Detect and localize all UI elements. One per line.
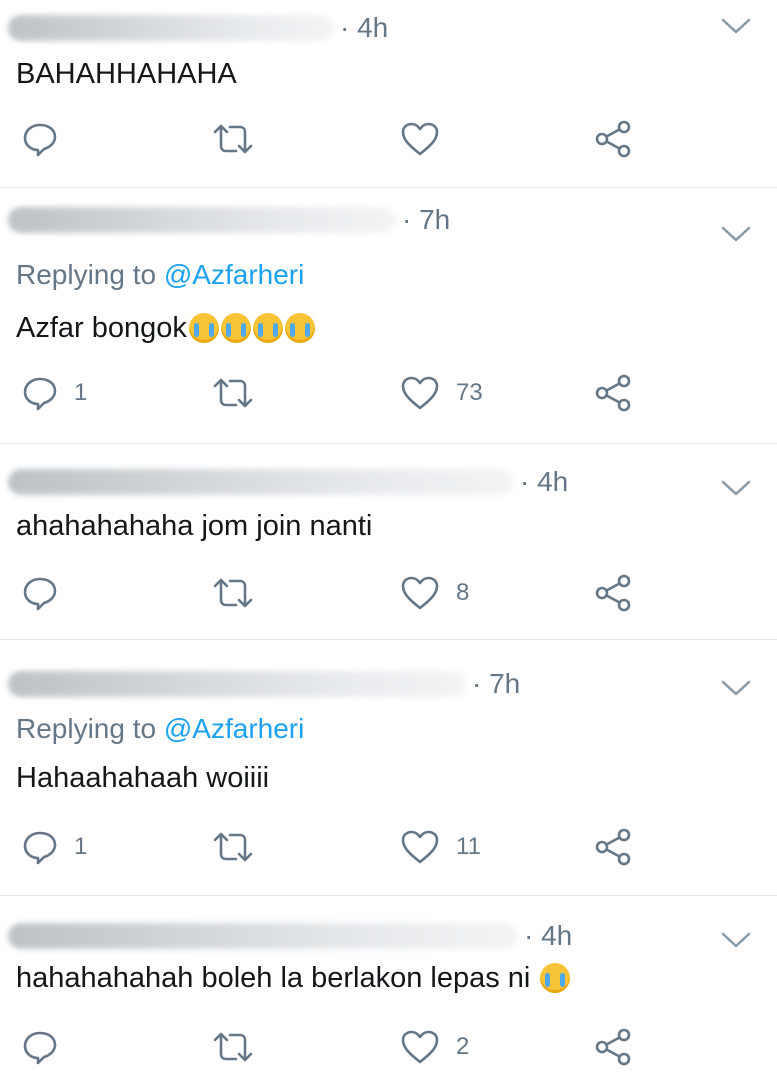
retweet-button[interactable] <box>212 1022 254 1072</box>
heart-icon <box>401 122 439 156</box>
replying-to: Replying to @Azfarheri <box>16 712 304 746</box>
reply-icon <box>23 1031 57 1065</box>
tweet-header: · 4h <box>8 918 572 954</box>
chevron-down-icon[interactable] <box>721 478 751 498</box>
share-icon <box>595 574 631 612</box>
like-button[interactable]: 73 <box>400 368 483 418</box>
author-name-blurred[interactable] <box>8 15 334 41</box>
tweet-2[interactable]: · 7h Replying to @Azfarheri Azfar bongok… <box>0 188 777 444</box>
like-count: 2 <box>456 1033 470 1060</box>
timestamp[interactable]: · 4h <box>524 918 572 954</box>
tweet-header: · 4h <box>8 464 568 500</box>
tweet-4[interactable]: · 7h Replying to @Azfarheri Hahaahahaah … <box>0 640 777 896</box>
reply-icon <box>23 123 57 157</box>
retweet-icon <box>213 578 253 608</box>
chevron-down-icon[interactable] <box>721 16 751 36</box>
author-name-blurred[interactable] <box>8 469 514 495</box>
tweet-1[interactable]: · 4h BAHAHHAHAHA <box>0 0 777 188</box>
replying-handle-link[interactable]: @Azfarheri <box>164 259 304 290</box>
tweet-text: Hahaahahaah woiiii <box>16 760 269 796</box>
tweet-text: hahahahahah boleh la berlakon lepas ni <box>16 960 571 996</box>
tweet-text-content: Azfar bongok <box>16 312 187 344</box>
share-button[interactable] <box>594 568 632 618</box>
timestamp[interactable]: · 7h <box>402 202 450 238</box>
chevron-down-icon[interactable] <box>721 678 751 698</box>
share-icon <box>595 1028 631 1066</box>
like-button[interactable] <box>400 114 440 164</box>
heart-icon <box>401 830 439 864</box>
author-name-blurred[interactable] <box>8 207 396 233</box>
retweet-icon <box>213 378 253 408</box>
loudly-crying-face-emoji <box>284 313 315 343</box>
tweet-text: ahahahahaha jom join nanti <box>16 508 372 544</box>
loudly-crying-face-emoji <box>188 313 219 343</box>
reply-button[interactable] <box>22 568 58 618</box>
tweet-actions: 1 11 <box>0 822 777 872</box>
tweet-text-content: BAHAHHAHAHA <box>16 58 237 90</box>
replying-handle-link[interactable]: @Azfarheri <box>164 713 304 744</box>
heart-icon <box>401 1030 439 1064</box>
tweet-text: BAHAHHAHAHA <box>16 56 237 92</box>
like-count: 11 <box>456 833 481 860</box>
heart-icon <box>401 376 439 410</box>
reply-button[interactable]: 1 <box>22 368 87 418</box>
tweet-header: · 7h <box>8 666 520 702</box>
share-icon <box>595 828 631 866</box>
tweet-header: · 7h <box>8 202 450 238</box>
share-icon <box>595 374 631 412</box>
timestamp[interactable]: · 4h <box>340 10 388 46</box>
replying-to: Replying to @Azfarheri <box>16 258 304 292</box>
share-button[interactable] <box>594 1022 632 1072</box>
chevron-down-icon[interactable] <box>721 930 751 950</box>
timestamp[interactable]: · 4h <box>520 464 568 500</box>
reply-count: 1 <box>74 379 88 406</box>
retweet-button[interactable] <box>212 822 254 872</box>
tweet-text-content: Hahaahahaah woiiii <box>16 762 270 794</box>
retweet-button[interactable] <box>212 568 254 618</box>
timestamp[interactable]: · 7h <box>472 666 520 702</box>
share-button[interactable] <box>594 368 632 418</box>
loudly-crying-face-emoji <box>220 313 251 343</box>
like-button[interactable]: 11 <box>400 822 481 872</box>
tweet-actions: 1 73 <box>0 368 777 418</box>
loudly-crying-face-emoji <box>252 313 283 343</box>
reply-button[interactable]: 1 <box>22 822 87 872</box>
tweet-text: Azfar bongok <box>16 310 315 346</box>
tweet-5[interactable]: · 4h hahahahahah boleh la berlakon lepas… <box>0 896 777 1080</box>
replying-prefix: Replying to <box>16 259 164 290</box>
share-button[interactable] <box>594 114 632 164</box>
tweet-text-content: ahahahahaha jom join nanti <box>16 510 373 542</box>
tweet-actions: 8 <box>0 568 777 618</box>
like-button[interactable]: 8 <box>400 568 469 618</box>
reply-icon <box>23 831 57 865</box>
tweet-actions <box>0 114 777 164</box>
tweet-actions: 2 <box>0 1022 777 1072</box>
replying-prefix: Replying to <box>16 713 164 744</box>
reply-button[interactable] <box>22 114 58 164</box>
author-name-blurred[interactable] <box>8 671 466 697</box>
retweet-icon <box>213 832 253 862</box>
like-count: 73 <box>456 379 483 406</box>
reply-icon <box>23 577 57 611</box>
tweet-text-content: hahahahahah boleh la berlakon lepas ni <box>16 962 531 994</box>
chevron-down-icon[interactable] <box>721 224 751 244</box>
reply-button[interactable] <box>22 1022 58 1072</box>
heart-icon <box>401 576 439 610</box>
tweet-header: · 4h <box>8 10 388 46</box>
reply-count: 1 <box>74 833 88 860</box>
face-with-tears-of-joy-emoji <box>540 963 571 993</box>
share-icon <box>595 120 631 158</box>
share-button[interactable] <box>594 822 632 872</box>
like-button[interactable]: 2 <box>400 1022 469 1072</box>
retweet-button[interactable] <box>212 368 254 418</box>
like-count: 8 <box>456 579 470 606</box>
reply-icon <box>23 377 57 411</box>
tweet-3[interactable]: · 4h ahahahahaha jom join nanti 8 <box>0 444 777 640</box>
author-name-blurred[interactable] <box>8 923 518 949</box>
retweet-icon <box>213 124 253 154</box>
retweet-icon <box>213 1032 253 1062</box>
retweet-button[interactable] <box>212 114 254 164</box>
